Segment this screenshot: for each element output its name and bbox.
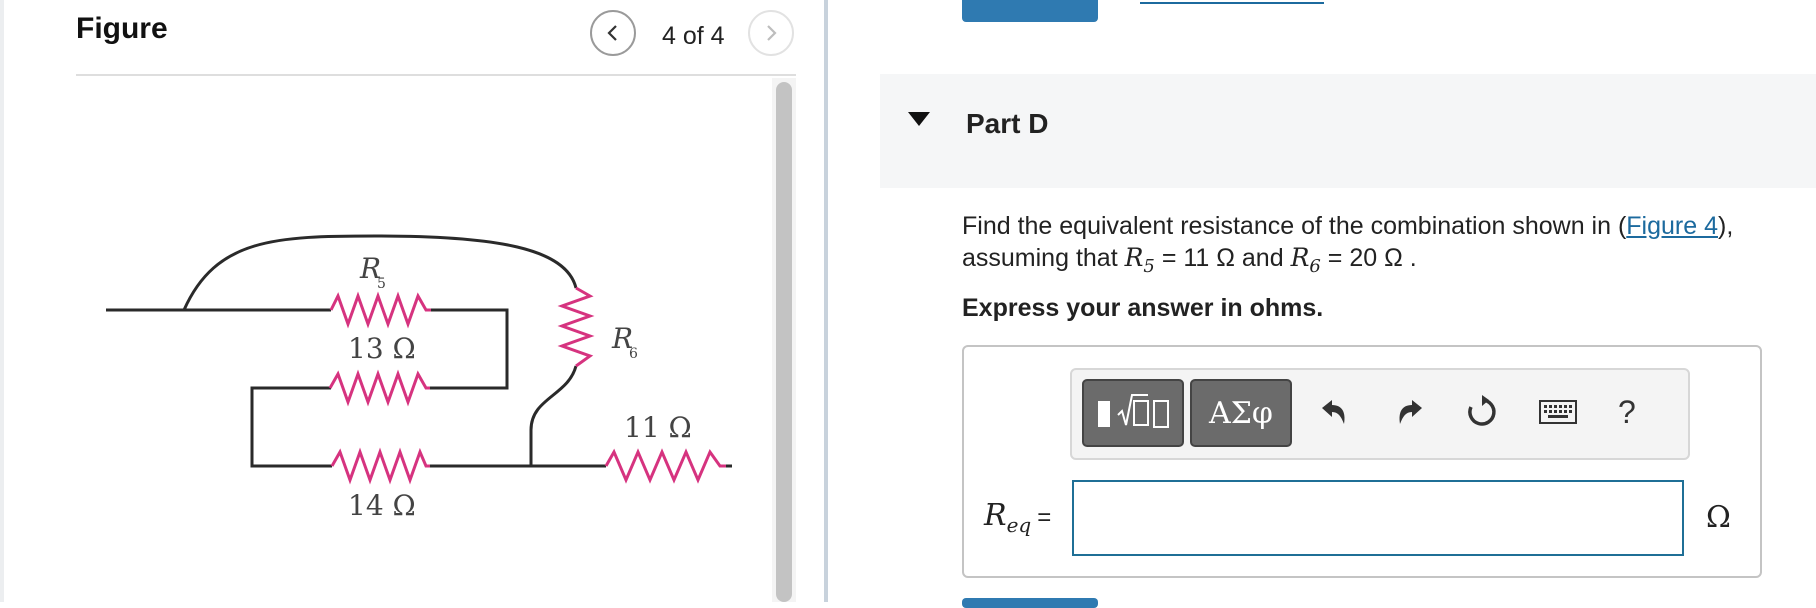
resistors (328, 286, 726, 485)
bottom-action-button[interactable] (962, 598, 1098, 608)
r5-subscript: 5 (377, 276, 386, 292)
question-line-1: Find the equivalent resistance of the co… (962, 210, 1733, 242)
r13-label: 13 Ω (348, 332, 416, 365)
chevron-left-icon (607, 25, 617, 41)
undo-icon (1322, 400, 1345, 424)
resistor-11-ohm (604, 448, 726, 484)
figure-pane: Figure 4 of 4 R 5 R 6 13 Ω 14 Ω 11 Ω (0, 0, 826, 602)
answer-input[interactable] (1072, 480, 1684, 556)
r5-symbol: R (1124, 243, 1144, 272)
greek-symbols-icon: ΑΣφ (1209, 395, 1273, 431)
reset-button[interactable] (1462, 390, 1502, 434)
req-subscript: eq (1006, 513, 1032, 537)
figure-page-indicator: 4 of 4 (662, 22, 725, 50)
undo-button[interactable] (1314, 390, 1354, 434)
question-suffix: ), (1718, 212, 1734, 240)
part-title: Part D (966, 108, 1049, 139)
question-prefix: Find the equivalent resistance of the co… (962, 212, 1627, 240)
greek-symbols-button[interactable]: ΑΣφ (1190, 379, 1292, 447)
figure-scroll-thumb[interactable] (776, 82, 792, 602)
circuit-labels: R 5 R 6 13 Ω 14 Ω 11 Ω (348, 252, 692, 522)
circuit-figure: R 5 R 6 13 Ω 14 Ω 11 Ω (76, 78, 766, 602)
circuit-diagram: R 5 R 6 13 Ω 14 Ω 11 Ω (106, 234, 732, 522)
figure-divider (76, 74, 796, 76)
req-symbol: R (984, 498, 1007, 533)
r14-label: 14 Ω (348, 489, 416, 522)
r11-label: 11 Ω (624, 411, 692, 444)
figure-title: Figure (76, 12, 168, 45)
redo-button[interactable] (1390, 390, 1430, 434)
resistor-r6 (557, 286, 595, 368)
answer-unit: Ω (1706, 500, 1731, 535)
keyboard-button[interactable] (1538, 390, 1578, 434)
r6-sub: 6 (1309, 256, 1321, 277)
submit-button[interactable] (962, 0, 1098, 22)
reset-icon (1468, 395, 1496, 426)
templates-button[interactable] (1082, 379, 1184, 447)
resistor-r5 (329, 291, 431, 329)
figure-link[interactable]: Figure 4 (1626, 212, 1718, 240)
help-icon: ? (1618, 394, 1636, 430)
pane-divider[interactable] (824, 0, 828, 602)
r6-symbol: R (1290, 243, 1310, 272)
previous-figure-button[interactable] (590, 10, 636, 56)
r5-value: = 11 Ω (1154, 244, 1235, 272)
caret-down-icon[interactable] (908, 112, 930, 126)
assumption-prefix: assuming that (962, 244, 1125, 272)
and-text: and (1234, 244, 1291, 272)
resistor-13-ohm (328, 369, 430, 407)
question-line-2: assuming that R5 = 11 Ω and R6 = 20 Ω . (962, 242, 1733, 283)
req-equals: = (1037, 504, 1052, 531)
request-answer-link[interactable] (1140, 0, 1324, 4)
answer-instruction: Express your answer in ohms. (962, 294, 1324, 322)
chevron-right-icon (767, 25, 777, 41)
keyboard-icon (1539, 400, 1577, 424)
answer-label: Req = (984, 498, 1051, 537)
help-button[interactable]: ? (1618, 394, 1636, 431)
r6-subscript: 6 (629, 346, 638, 362)
next-figure-button[interactable] (748, 10, 794, 56)
question-text: Find the equivalent resistance of the co… (962, 210, 1733, 283)
templates-icon (1098, 394, 1169, 428)
r6-value: = 20 Ω . (1320, 244, 1417, 272)
redo-icon (1399, 400, 1422, 424)
r5-sub: 5 (1143, 256, 1155, 277)
pane-edge (0, 0, 4, 602)
resistor-14-ohm (330, 447, 430, 485)
